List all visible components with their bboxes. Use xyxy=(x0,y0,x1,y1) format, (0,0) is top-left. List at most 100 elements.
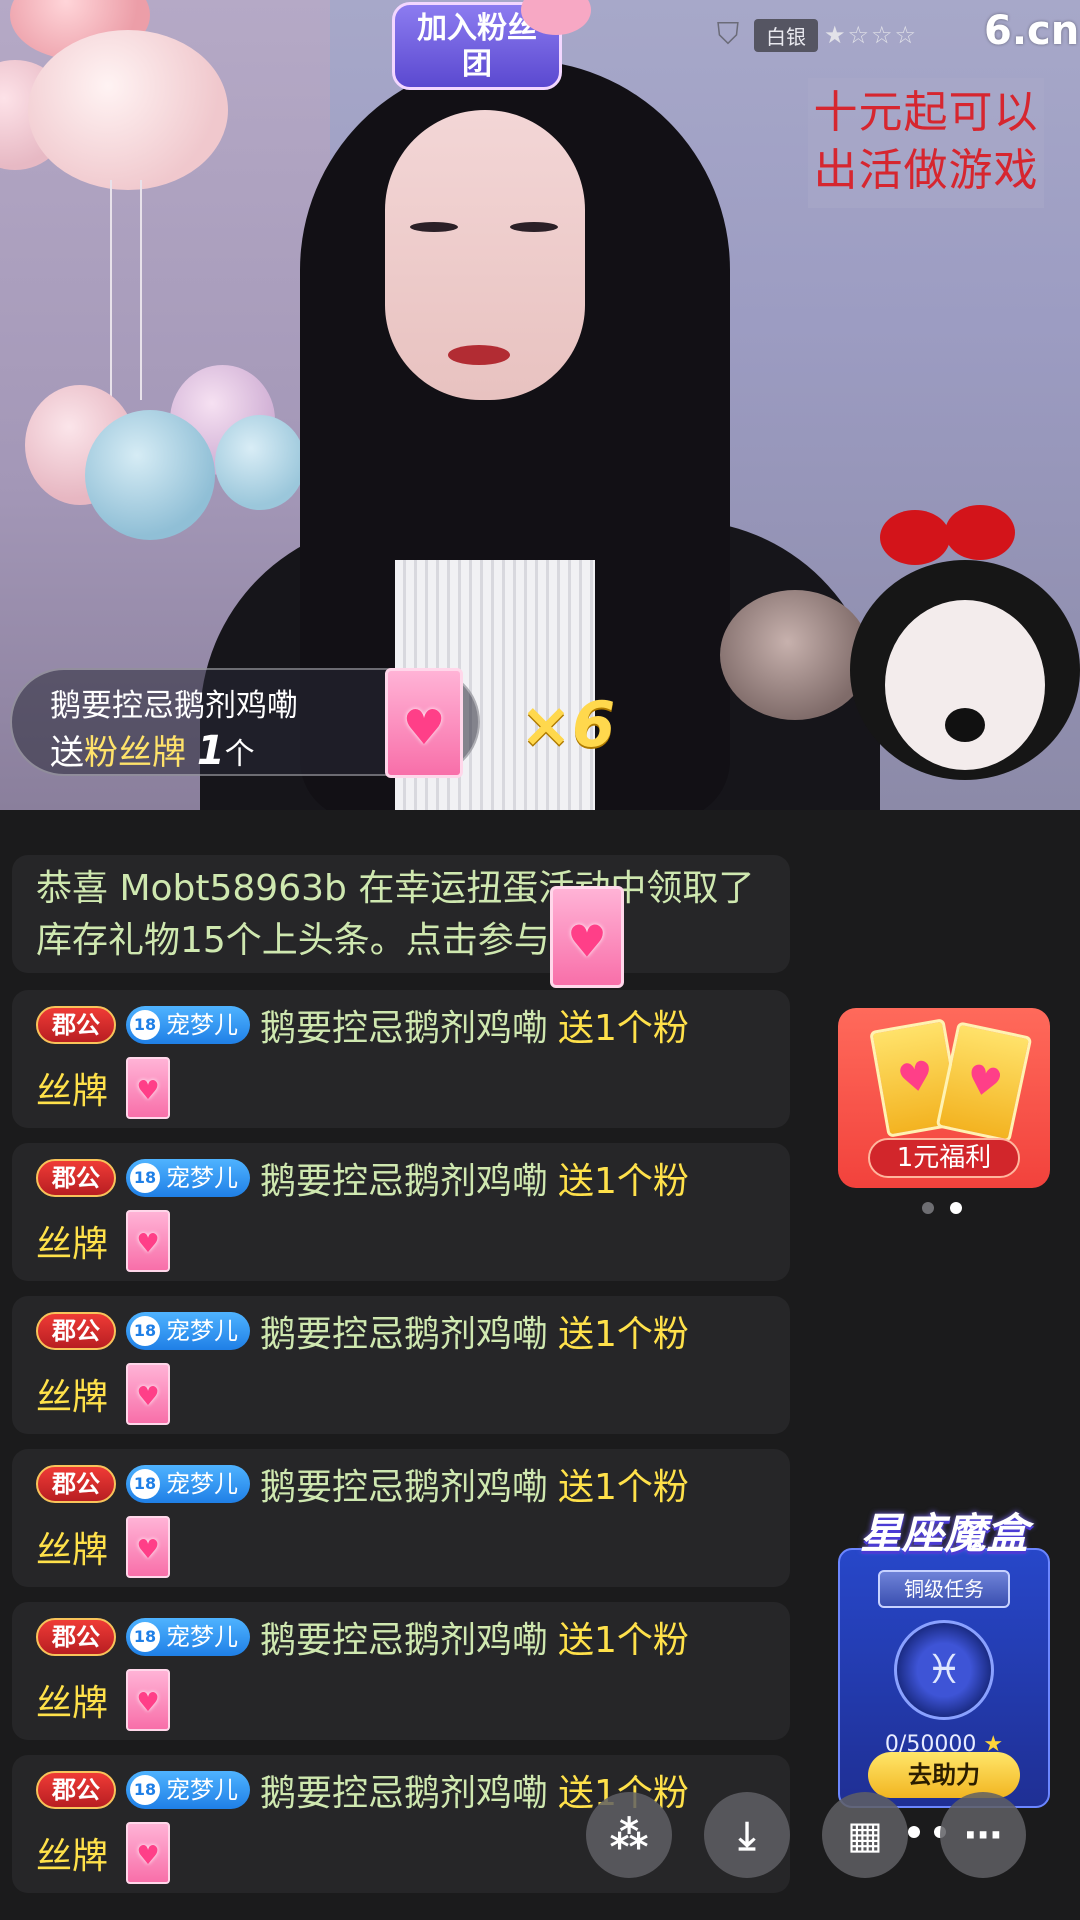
message-header: 郡公 18宠梦儿 鹅要控忌鹅剂鸡嘞 送1个粉 xyxy=(36,1000,689,1050)
gift-action-tail: 丝牌 xyxy=(36,1071,109,1112)
pager-dot[interactable] xyxy=(922,1202,934,1214)
promo-line: 十元起可以 xyxy=(813,87,1039,138)
fan-badge: 18 宠梦儿 xyxy=(126,1771,250,1809)
heart-icon: ♥ xyxy=(894,1052,938,1104)
pager-dot-active[interactable] xyxy=(950,1202,962,1214)
heart-icon: ♥ xyxy=(136,1228,160,1259)
pager-dot xyxy=(908,1826,920,1838)
fan-badge: 18 宠梦儿 xyxy=(126,1006,250,1044)
heart-icon: ♥ xyxy=(136,1075,160,1106)
streamer-lips xyxy=(448,345,510,365)
download-button[interactable]: ⤓ xyxy=(704,1792,790,1878)
fan-group-name: 宠梦儿 xyxy=(166,1011,238,1039)
fan-level: 18 xyxy=(130,1010,160,1040)
zodiac-wheel-icon: ♓ xyxy=(894,1620,994,1720)
gift-action: 送1个粉 xyxy=(558,1620,689,1661)
message-header: 郡公 18宠梦儿 鹅要控忌鹅剂鸡嘞 送1个粉 xyxy=(36,1306,689,1356)
balloon xyxy=(215,415,305,510)
username[interactable]: 鹅要控忌鹅剂鸡嘞 xyxy=(260,1305,548,1357)
gift-count: 1 xyxy=(196,728,225,774)
noble-badge: 郡公 xyxy=(36,1465,116,1503)
message-tail: 丝牌 ♥ xyxy=(36,1210,171,1272)
apps-icon: ▦ xyxy=(847,1813,883,1857)
message-header: 郡公 18宠梦儿 鹅要控忌鹅剂鸡嘞 送1个粉 xyxy=(36,1612,689,1662)
live-video[interactable]: 加入粉丝团 ⛉ 白银 ★☆☆☆ 6.cn 十元起可以 出活做游戏 鹅要控忌鹅剂鸡… xyxy=(0,0,1080,810)
streamer-eye xyxy=(410,222,458,232)
message-header: 郡公 18宠梦儿 鹅要控忌鹅剂鸡嘞 送1个粉 xyxy=(36,1153,689,1203)
zodiac-box-widget[interactable]: 星座魔盒 铜级任务 ♓ 0/50000 ★ 去助力 xyxy=(838,1500,1050,1808)
gift-name: 粉丝牌 xyxy=(84,733,186,773)
fan-group-name: 宠梦儿 xyxy=(166,1470,238,1498)
fan-level: 18 xyxy=(130,1622,160,1652)
chat-message[interactable]: 郡公 18宠梦儿 鹅要控忌鹅剂鸡嘞 送1个粉 丝牌 ♥ xyxy=(12,990,790,1128)
message-tail: 丝牌 ♥ xyxy=(36,1822,171,1884)
balloon xyxy=(28,30,228,190)
fan-level: 18 xyxy=(130,1163,160,1193)
chat-message[interactable]: 郡公 18宠梦儿 鹅要控忌鹅剂鸡嘞 送1个粉 丝牌 ♥ xyxy=(12,1602,790,1740)
fan-level: 18 xyxy=(130,1316,160,1346)
banner-pager xyxy=(922,1202,962,1214)
rank-stars: ★☆☆☆ xyxy=(824,21,919,49)
zodiac-help-button[interactable]: 去助力 xyxy=(868,1752,1020,1798)
send-word: 送 xyxy=(50,733,84,773)
join-fan-group-badge[interactable]: 加入粉丝团 xyxy=(392,0,591,90)
balloon-string xyxy=(110,180,112,400)
zodiac-task-label: 铜级任务 xyxy=(878,1570,1010,1608)
zodiac-title: 星座魔盒 xyxy=(859,1509,1028,1558)
plush-face xyxy=(885,600,1045,770)
more-button[interactable]: ⋯ xyxy=(940,1792,1026,1878)
gift-combo: ×6 xyxy=(520,688,616,761)
promo-sign: 十元起可以 出活做游戏 xyxy=(808,78,1044,208)
heart-icon: ♥ xyxy=(136,1534,160,1565)
gift-action: 送1个粉 xyxy=(558,1161,689,1202)
gift-card-icon: ♥ xyxy=(935,1021,1033,1143)
username[interactable]: 鹅要控忌鹅剂鸡嘞 xyxy=(260,999,548,1051)
welfare-label: 1元福利 xyxy=(868,1138,1020,1178)
fan-card-gift-icon: ♥ xyxy=(126,1669,171,1731)
heart-icon: ♥ xyxy=(402,700,446,757)
username[interactable]: 鹅要控忌鹅剂鸡嘞 xyxy=(260,1152,548,1204)
heart-icon: ♥ xyxy=(567,916,607,968)
site-logo: 6.cn xyxy=(984,8,1080,54)
gift-action-tail: 丝牌 xyxy=(36,1683,109,1724)
fan-card-gift-icon: ♥ xyxy=(126,1822,171,1884)
fan-card-gift-icon: ♥ xyxy=(126,1363,171,1425)
chat-message[interactable]: 郡公 18宠梦儿 鹅要控忌鹅剂鸡嘞 送1个粉 丝牌 ♥ xyxy=(12,1143,790,1281)
gift-sender: 鹅要控忌鹅剂鸡嘞 xyxy=(50,688,298,724)
username[interactable]: 鹅要控忌鹅剂鸡嘞 xyxy=(260,1611,548,1663)
fan-badge: 18 宠梦儿 xyxy=(126,1159,250,1197)
apps-button[interactable]: ▦ xyxy=(822,1792,908,1878)
username[interactable]: 鹅要控忌鹅剂鸡嘞 xyxy=(260,1764,548,1816)
fan-group-badge-label: 加入粉丝团 xyxy=(417,11,537,82)
gift-action: 送1个粉 xyxy=(558,1314,689,1355)
noble-badge: 郡公 xyxy=(36,1312,116,1350)
chat-message[interactable]: 郡公 18宠梦儿 鹅要控忌鹅剂鸡嘞 送1个粉 丝牌 ♥ xyxy=(12,1296,790,1434)
share-icon: ⁂ xyxy=(609,1813,649,1857)
download-icon: ⤓ xyxy=(738,1813,756,1857)
username[interactable]: 鹅要控忌鹅剂鸡嘞 xyxy=(260,1458,548,1510)
fan-group-name: 宠梦儿 xyxy=(166,1164,238,1192)
headline-announcement[interactable]: 恭喜 Mobt58963b 在幸运扭蛋活动中领取了库存礼物15个上头条。点击参与… xyxy=(12,855,790,973)
plush-bow xyxy=(880,510,950,565)
one-yuan-welfare-banner[interactable]: ♥ ♥ 1元福利 xyxy=(838,1008,1050,1188)
rank-shield-icon: ⛉ xyxy=(716,17,740,52)
fan-badge: 18 宠梦儿 xyxy=(126,1312,250,1350)
noble-badge: 郡公 xyxy=(36,1771,116,1809)
noble-badge: 郡公 xyxy=(36,1006,116,1044)
gift-line: 送粉丝牌 1个 xyxy=(50,725,255,774)
announcement-text: 恭喜 Mobt58963b 在幸运扭蛋活动中领取了库存礼物15个上头条。点击参与… xyxy=(36,868,755,961)
fan-group-name: 宠梦儿 xyxy=(166,1317,238,1345)
fan-level: 18 xyxy=(130,1775,160,1805)
gift-action-tail: 丝牌 xyxy=(36,1377,109,1418)
fan-card-gift-icon: ♥ xyxy=(126,1516,171,1578)
chat-message[interactable]: 郡公 18宠梦儿 鹅要控忌鹅剂鸡嘞 送1个粉 丝牌 ♥ xyxy=(12,1755,790,1893)
streamer-eye xyxy=(510,222,558,232)
message-header: 郡公 18宠梦儿 鹅要控忌鹅剂鸡嘞 送1个粉 xyxy=(36,1459,689,1509)
plush-nose xyxy=(945,708,985,742)
floating-fan-card-icon: ♥ xyxy=(550,886,624,988)
share-button[interactable]: ⁂ xyxy=(586,1792,672,1878)
chat-message[interactable]: 郡公 18宠梦儿 鹅要控忌鹅剂鸡嘞 送1个粉 丝牌 ♥ xyxy=(12,1449,790,1587)
microphone xyxy=(720,590,870,720)
message-tail: 丝牌 ♥ xyxy=(36,1516,171,1578)
heart-icon: ♥ xyxy=(136,1840,160,1871)
